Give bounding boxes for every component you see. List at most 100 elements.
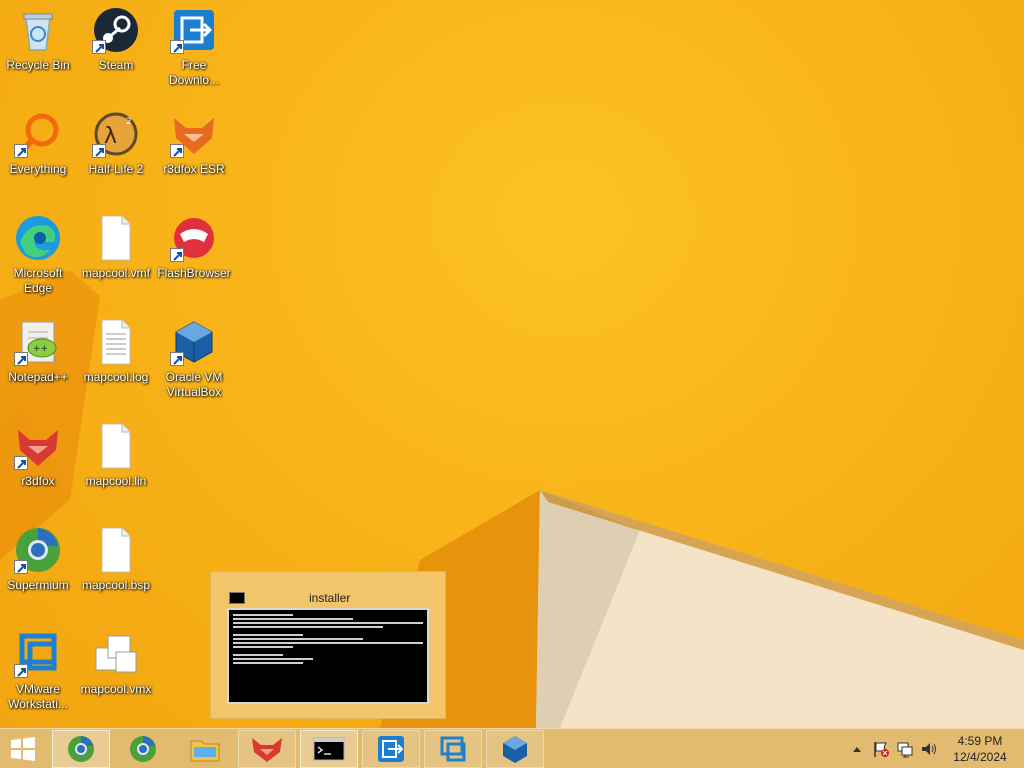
desktop-icon-flashbrowser[interactable]: FlashBrowser xyxy=(156,208,232,308)
everything-search-icon xyxy=(14,110,62,158)
desktop-icon-notepad-plus-plus[interactable]: ++ Notepad++ xyxy=(0,312,76,412)
notepad-plus-plus-icon: ++ xyxy=(14,318,62,366)
desktop-icon-r3dfox[interactable]: r3dfox xyxy=(0,416,76,516)
preview-title: installer xyxy=(309,591,351,605)
file-icon xyxy=(92,214,140,262)
clock-date: 12/4/2024 xyxy=(953,750,1007,764)
recycle-bin-icon xyxy=(14,6,62,54)
shortcut-arrow-icon xyxy=(92,40,106,54)
desktop-icon-mapcool-lin[interactable]: mapcool.lin xyxy=(78,416,154,516)
desktop-icon-steam[interactable]: Steam xyxy=(78,0,154,100)
vmware-icon xyxy=(14,630,62,678)
cmd-icon xyxy=(229,592,245,604)
cmd-icon xyxy=(313,737,345,761)
half-life-2-icon: λ2 xyxy=(92,110,140,158)
steam-icon xyxy=(92,6,140,54)
shortcut-arrow-icon xyxy=(14,352,28,366)
show-hidden-icons-button[interactable] xyxy=(848,729,866,768)
desktop-icon-label: Half-Life 2 xyxy=(88,162,144,176)
flashbrowser-icon xyxy=(170,214,218,262)
desktop-icon-mapcool-vmx[interactable]: mapcool.vmx xyxy=(78,624,154,724)
desktop[interactable]: Recycle Bin Everything Microsoft Edge ++… xyxy=(0,0,1024,728)
volume-button[interactable] xyxy=(918,729,940,768)
desktop-icon-label: Microsoft Edge xyxy=(13,266,63,295)
shortcut-arrow-icon xyxy=(14,560,28,574)
preview-console-thumbnail xyxy=(227,608,429,704)
chevron-up-icon xyxy=(853,747,861,752)
virtualbox-icon xyxy=(170,318,218,366)
action-center-flag-button[interactable] xyxy=(870,729,892,768)
taskbar-button-r3dfox[interactable] xyxy=(238,730,296,768)
supermium-icon xyxy=(68,736,94,762)
taskbar-button-free-download-manager[interactable] xyxy=(362,730,420,768)
shortcut-arrow-icon xyxy=(170,144,184,158)
desktop-icon-half-life-2[interactable]: λ2 Half-Life 2 xyxy=(78,104,154,204)
taskbar-button-installer-cmd[interactable] xyxy=(300,730,358,768)
text-file-icon xyxy=(92,318,140,366)
desktop-icon-label: VMware Workstati... xyxy=(8,682,68,711)
desktop-icon-vmware-workstation[interactable]: VMware Workstati... xyxy=(0,624,76,724)
svg-text:2: 2 xyxy=(126,117,132,127)
r3dfox-esr-icon xyxy=(170,110,218,158)
desktop-icon-r3dfox-esr[interactable]: r3dfox ESR xyxy=(156,104,232,204)
taskbar-button-file-explorer[interactable] xyxy=(176,730,234,768)
taskbar: 4:59 PM 12/4/2024 xyxy=(0,728,1024,768)
r3dfox-icon xyxy=(252,738,282,762)
desktop-icon-label: r3dfox ESR xyxy=(163,162,225,176)
vmx-file-icon xyxy=(92,630,140,678)
speaker-icon xyxy=(922,743,936,755)
desktop-icon-free-download[interactable]: Free Downlo... xyxy=(156,0,232,100)
virtualbox-icon xyxy=(503,736,527,763)
shortcut-arrow-icon xyxy=(170,352,184,366)
desktop-icon-supermium[interactable]: Supermium xyxy=(0,520,76,620)
desktop-icon-label: mapcool.vmf xyxy=(81,266,151,280)
taskbar-button-virtualbox[interactable] xyxy=(486,730,544,768)
shortcut-arrow-icon xyxy=(14,664,28,678)
desktop-icon-label: Recycle Bin xyxy=(6,58,70,72)
desktop-icon-label: mapcool.log xyxy=(83,370,149,384)
folder-icon xyxy=(190,740,220,762)
taskbar-button-supermium-2[interactable] xyxy=(114,730,172,768)
desktop-icon-label: mapcool.lin xyxy=(85,474,147,488)
file-icon xyxy=(92,526,140,574)
free-download-manager-icon xyxy=(378,736,404,762)
flag-icon xyxy=(874,742,889,757)
desktop-icon-mapcool-log[interactable]: mapcool.log xyxy=(78,312,154,412)
svg-text:++: ++ xyxy=(33,344,48,354)
desktop-icon-label: Oracle VM VirtualBox xyxy=(165,370,223,399)
start-button[interactable] xyxy=(0,730,46,768)
free-download-manager-icon xyxy=(170,6,218,54)
desktop-icon-recycle-bin[interactable]: Recycle Bin xyxy=(0,0,76,100)
windows-start-icon xyxy=(11,737,35,761)
desktop-icon-label: FlashBrowser xyxy=(157,266,231,280)
desktop-icon-mapcool-vmf[interactable]: mapcool.vmf xyxy=(78,208,154,308)
desktop-icon-mapcool-bsp[interactable]: mapcool.bsp xyxy=(78,520,154,620)
shortcut-arrow-icon xyxy=(14,144,28,158)
clock-time: 4:59 PM xyxy=(957,734,1003,748)
desktop-icon-label: Steam xyxy=(98,58,134,72)
edge-icon xyxy=(14,214,62,262)
network-icon xyxy=(897,742,913,758)
desktop-icon-oracle-virtualbox[interactable]: Oracle VM VirtualBox xyxy=(156,312,232,412)
taskbar-button-vmware[interactable] xyxy=(424,730,482,768)
shortcut-arrow-icon xyxy=(14,456,28,470)
desktop-icon-microsoft-edge[interactable]: Microsoft Edge xyxy=(0,208,76,308)
shortcut-arrow-icon xyxy=(170,40,184,54)
desktop-icon-label: Supermium xyxy=(7,578,69,592)
supermium-icon xyxy=(130,736,156,762)
taskbar-thumbnail-preview[interactable]: installer xyxy=(210,571,446,719)
file-icon xyxy=(92,422,140,470)
desktop-icon-label: r3dfox xyxy=(21,474,55,488)
taskbar-button-supermium[interactable] xyxy=(52,730,110,768)
desktop-icon-label: Everything xyxy=(9,162,67,176)
desktop-icon-label: mapcool.vmx xyxy=(80,682,152,696)
clock[interactable]: 4:59 PM 12/4/2024 xyxy=(944,733,1016,765)
desktop-icon-label: Free Downlo... xyxy=(168,58,220,87)
desktop-icon-label: mapcool.bsp xyxy=(81,578,151,592)
r3dfox-icon xyxy=(14,422,62,470)
supermium-icon xyxy=(14,526,62,574)
network-button[interactable] xyxy=(894,729,916,768)
desktop-icon-everything[interactable]: Everything xyxy=(0,104,76,204)
shortcut-arrow-icon xyxy=(170,248,184,262)
vmware-icon xyxy=(440,736,466,762)
